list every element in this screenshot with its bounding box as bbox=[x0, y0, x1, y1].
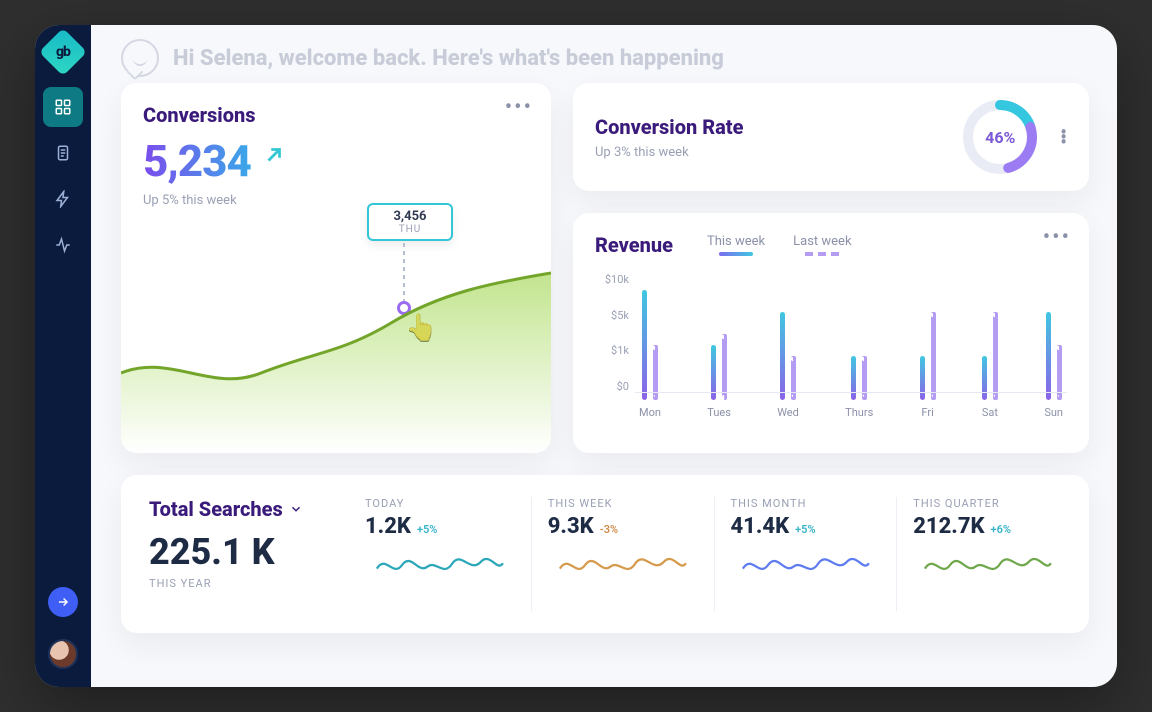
conversions-title: Conversions bbox=[143, 103, 529, 127]
revenue-day-col: Sun bbox=[1044, 290, 1063, 419]
total-searches-label: THIS YEAR bbox=[149, 577, 349, 590]
legend-this-week: This week bbox=[707, 234, 765, 249]
searches-value: 9.3K bbox=[548, 514, 594, 539]
searches-period: THIS MONTH bbox=[731, 497, 881, 510]
revenue-title: Revenue bbox=[595, 233, 673, 257]
conversion-rate-subtitle: Up 3% this week bbox=[595, 145, 940, 160]
revenue-bar-last-week[interactable] bbox=[862, 356, 867, 400]
revenue-bar-this-week[interactable] bbox=[711, 345, 716, 400]
searches-delta: -3% bbox=[600, 523, 618, 536]
conversions-menu-icon[interactable]: ••• bbox=[505, 97, 533, 119]
app-logo[interactable]: gb bbox=[39, 28, 87, 76]
tooltip-label: THU bbox=[369, 224, 451, 239]
right-column: Conversion Rate Up 3% this week 46% ••• bbox=[573, 83, 1089, 453]
revenue-menu-icon[interactable]: ••• bbox=[1043, 227, 1071, 249]
searches-delta: +5% bbox=[795, 523, 815, 536]
searches-sparkline bbox=[913, 547, 1063, 583]
revenue-day-col: Sat bbox=[982, 290, 998, 419]
trend-up-icon bbox=[263, 144, 285, 170]
searches-delta: +5% bbox=[417, 523, 437, 536]
chevron-down-icon bbox=[289, 502, 303, 516]
sidebar: gb bbox=[35, 25, 91, 687]
nav-reports[interactable] bbox=[43, 133, 83, 173]
searches-delta: +6% bbox=[991, 523, 1011, 536]
expand-button[interactable] bbox=[48, 587, 78, 617]
searches-col: THIS WEEK 9.3K -3% bbox=[531, 497, 714, 611]
searches-col: THIS MONTH 41.4K +5% bbox=[714, 497, 897, 611]
legend-last-week: Last week bbox=[793, 234, 851, 249]
revenue-day-label: Sun bbox=[1044, 406, 1063, 419]
searches-period: THIS QUARTER bbox=[913, 497, 1063, 510]
app-frame: gb Hi Selena, welcome back. Here's what'… bbox=[35, 25, 1117, 687]
revenue-bar-this-week[interactable] bbox=[642, 290, 647, 400]
main-content: Hi Selena, welcome back. Here's what's b… bbox=[91, 25, 1117, 687]
revenue-day-label: Mon bbox=[639, 406, 661, 419]
searches-col: TODAY 1.2K +5% bbox=[349, 497, 531, 611]
greeting-text: Hi Selena, welcome back. Here's what's b… bbox=[173, 46, 724, 71]
revenue-day-label: Thurs bbox=[845, 406, 873, 419]
tooltip-handle-icon[interactable] bbox=[367, 205, 369, 239]
total-searches-value: 225.1 K bbox=[149, 531, 349, 573]
searches-sparkline bbox=[731, 547, 881, 583]
revenue-legend: This week Last week bbox=[707, 234, 852, 256]
tooltip-value: 3,456 bbox=[369, 205, 451, 224]
revenue-card: ••• Revenue This week Last week $10k $5k… bbox=[573, 213, 1089, 453]
revenue-bar-last-week[interactable] bbox=[993, 312, 998, 400]
user-avatar[interactable] bbox=[48, 639, 78, 669]
revenue-bar-last-week[interactable] bbox=[653, 345, 658, 400]
chat-icon bbox=[121, 39, 159, 77]
searches-sparkline bbox=[548, 547, 698, 583]
revenue-yaxis: $10k $5k $1k $0 bbox=[595, 269, 635, 419]
revenue-day-col: Wed bbox=[777, 290, 799, 419]
conversions-subtitle: Up 5% this week bbox=[143, 193, 529, 208]
conversion-rate-card: Conversion Rate Up 3% this week 46% ••• bbox=[573, 83, 1089, 191]
greeting-row: Hi Selena, welcome back. Here's what's b… bbox=[121, 39, 1089, 77]
searches-sparkline bbox=[365, 547, 515, 583]
chart-tooltip[interactable]: 3,456 THU bbox=[367, 203, 453, 241]
nav-automations[interactable] bbox=[43, 179, 83, 219]
searches-period: TODAY bbox=[365, 497, 515, 510]
revenue-day-label: Fri bbox=[921, 406, 933, 419]
conversion-rate-menu-icon[interactable]: ••• bbox=[1060, 130, 1067, 145]
revenue-bar-last-week[interactable] bbox=[1057, 345, 1062, 400]
revenue-chart[interactable]: Mon Tues Wed Thurs Fri Sat Sun bbox=[635, 269, 1067, 419]
searches-col: THIS QUARTER 212.7K +6% bbox=[896, 497, 1079, 611]
searches-value: 212.7K bbox=[913, 514, 984, 539]
revenue-bar-this-week[interactable] bbox=[851, 356, 856, 400]
conversion-rate-title: Conversion Rate bbox=[595, 115, 940, 139]
total-searches-title[interactable]: Total Searches bbox=[149, 497, 349, 521]
revenue-day-col: Fri bbox=[920, 290, 936, 419]
searches-period: THIS WEEK bbox=[548, 497, 698, 510]
revenue-bar-this-week[interactable] bbox=[780, 312, 785, 400]
searches-value: 1.2K bbox=[365, 514, 411, 539]
revenue-bar-this-week[interactable] bbox=[1046, 312, 1051, 400]
revenue-bar-this-week[interactable] bbox=[982, 356, 987, 400]
nav-dashboard[interactable] bbox=[43, 87, 83, 127]
conversion-rate-percent: 46% bbox=[960, 97, 1040, 177]
revenue-bar-last-week[interactable] bbox=[722, 334, 727, 400]
revenue-bar-last-week[interactable] bbox=[791, 356, 796, 400]
searches-value: 41.4K bbox=[731, 514, 790, 539]
revenue-day-col: Thurs bbox=[845, 290, 873, 419]
revenue-day-col: Mon bbox=[639, 290, 661, 419]
revenue-bar-this-week[interactable] bbox=[920, 356, 925, 400]
revenue-day-col: Tues bbox=[707, 290, 731, 419]
revenue-day-label: Tues bbox=[707, 406, 731, 419]
revenue-day-label: Sat bbox=[982, 406, 998, 419]
conversions-card: ••• Conversions 5,234 Up 5% this week 3,… bbox=[121, 83, 551, 453]
conversion-rate-donut: 46% bbox=[960, 97, 1040, 177]
conversions-chart[interactable] bbox=[121, 253, 551, 453]
nav-activity[interactable] bbox=[43, 225, 83, 265]
revenue-bar-last-week[interactable] bbox=[931, 312, 936, 400]
conversions-value: 5,234 bbox=[143, 135, 251, 187]
revenue-day-label: Wed bbox=[777, 406, 799, 419]
total-searches-card: Total Searches 225.1 K THIS YEAR TODAY 1.… bbox=[121, 475, 1089, 633]
